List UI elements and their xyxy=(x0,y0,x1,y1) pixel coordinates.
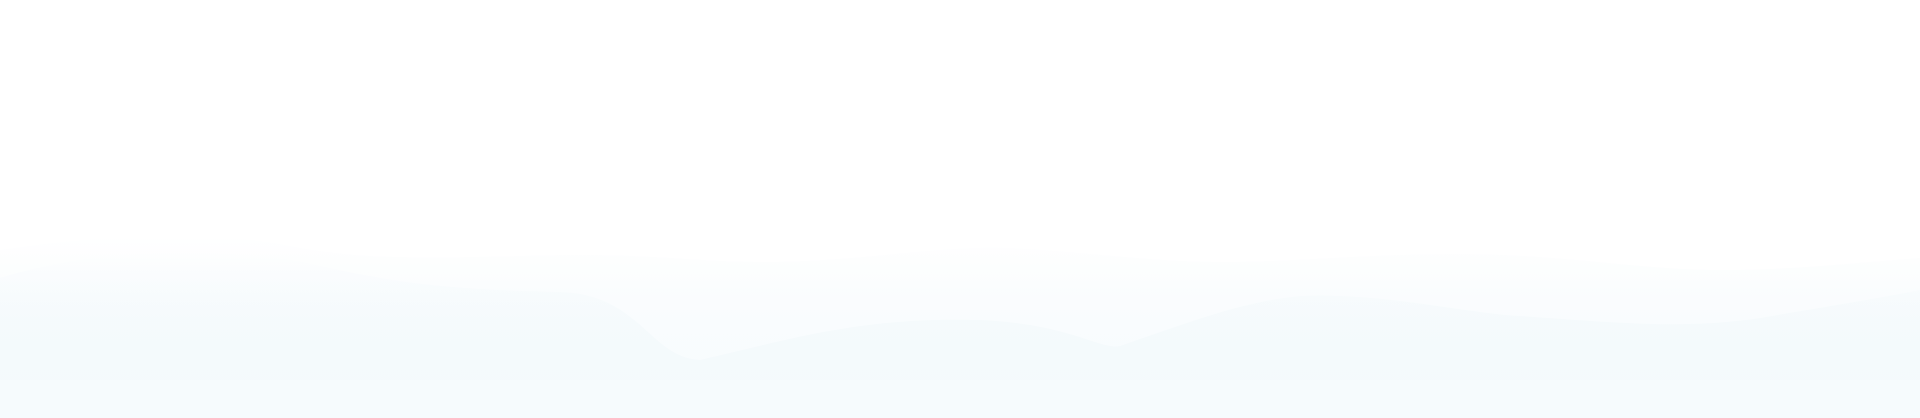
wave-base-band xyxy=(0,380,1920,418)
decorative-wave-background xyxy=(0,235,1920,418)
page-background xyxy=(0,0,1920,418)
